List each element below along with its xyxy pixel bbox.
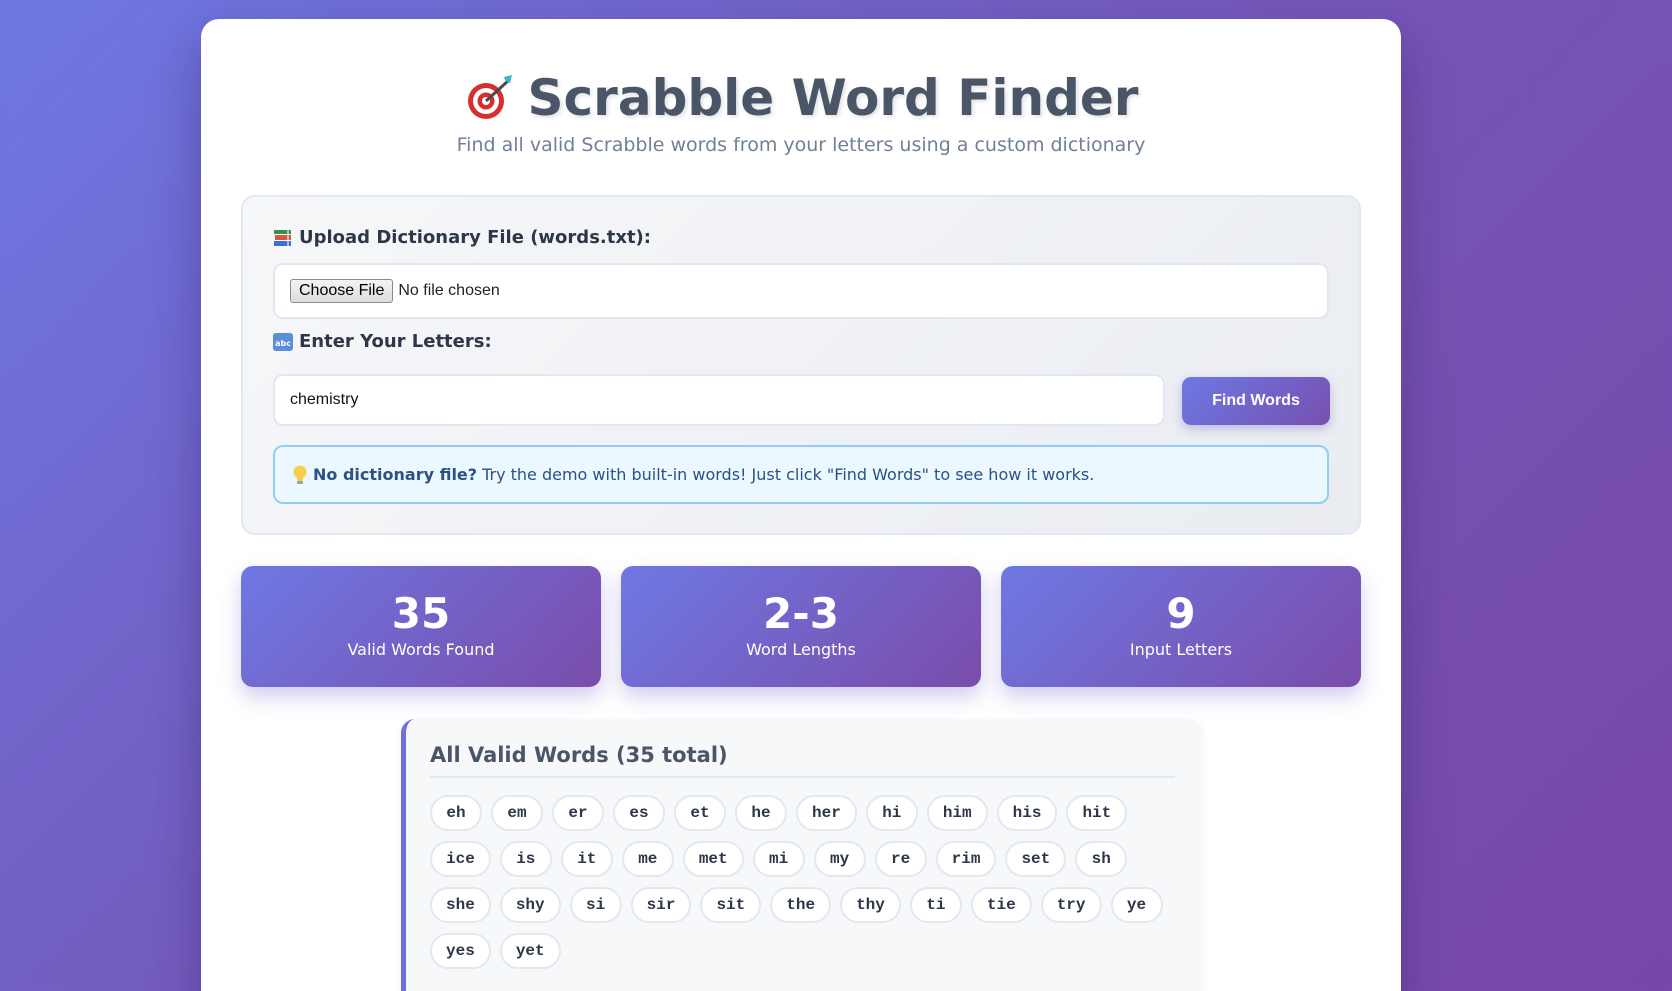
word-chip[interactable]: the — [770, 887, 832, 923]
file-input[interactable]: Choose File No file chosen — [273, 263, 1329, 319]
letters-label: abc Enter Your Letters: — [273, 331, 492, 352]
word-chip[interactable]: it — [560, 841, 613, 877]
stat-label: Word Lengths — [746, 640, 856, 659]
stat-value: 2-3 — [763, 589, 839, 638]
target-icon — [467, 75, 512, 119]
word-chip[interactable]: ti — [909, 887, 962, 923]
input-panel: Upload Dictionary File (words.txt): Choo… — [241, 195, 1361, 535]
title-text: Scrabble Word Finder — [527, 69, 1139, 127]
word-chip[interactable]: my — [813, 841, 866, 877]
upload-label-text: Upload Dictionary File (words.txt): — [299, 227, 651, 248]
stat-value: 9 — [1166, 589, 1196, 638]
word-chip[interactable]: his — [996, 795, 1058, 831]
word-chip[interactable]: eh — [430, 795, 482, 831]
abc-icon: abc — [273, 332, 293, 351]
word-chip[interactable]: he — [735, 795, 787, 831]
word-chip[interactable]: yet — [499, 933, 561, 969]
stat-label: Input Letters — [1129, 640, 1233, 659]
stat-card-word-lengths: 2-3 Word Lengths — [621, 566, 981, 687]
word-chip[interactable]: er — [552, 795, 604, 831]
word-chip[interactable]: shy — [499, 887, 561, 923]
word-chip[interactable]: re — [874, 841, 927, 877]
word-chip[interactable]: she — [430, 887, 491, 923]
word-chip[interactable]: et — [674, 795, 726, 831]
hint-bold: No dictionary file? — [313, 465, 478, 484]
choose-file-button[interactable]: Choose File — [290, 279, 394, 303]
lightbulb-icon — [293, 465, 307, 484]
word-chip[interactable]: thy — [840, 887, 901, 923]
stat-card-input-letters: 9 Input Letters — [1001, 566, 1361, 687]
books-icon — [274, 229, 291, 246]
stat-label: Valid Words Found — [347, 640, 495, 659]
word-chip[interactable]: sir — [630, 887, 692, 923]
file-status: No file chosen — [398, 282, 500, 299]
word-chip[interactable]: rim — [935, 841, 997, 877]
word-chip[interactable]: hit — [1066, 795, 1128, 831]
word-chip[interactable]: ye — [1110, 887, 1163, 923]
word-chip[interactable]: sh — [1075, 841, 1128, 877]
svg-text:abc: abc — [275, 339, 291, 348]
word-chip[interactable]: hi — [865, 795, 918, 831]
page-title: Scrabble Word Finder — [201, 69, 1401, 127]
results-title: All Valid Words (35 total) — [430, 743, 1175, 778]
word-chip[interactable]: sit — [700, 887, 762, 923]
main-card: Scrabble Word Finder Find all valid Scra… — [201, 19, 1401, 991]
hint-box: No dictionary file? Try the demo with bu… — [273, 445, 1329, 504]
word-chip[interactable]: es — [613, 795, 665, 831]
word-chip[interactable]: set — [1005, 841, 1067, 877]
word-chip[interactable]: tie — [970, 887, 1032, 923]
letters-label-text: Enter Your Letters: — [299, 331, 492, 352]
word-chip[interactable]: her — [796, 795, 857, 831]
stat-card-words-found: 35 Valid Words Found — [241, 566, 601, 687]
word-chip[interactable]: him — [926, 795, 988, 831]
word-list: eh em er es et he her hi him his hit ice is it me met mi… — [430, 795, 1190, 969]
letters-input[interactable] — [273, 374, 1165, 426]
word-chip[interactable]: met — [682, 841, 744, 877]
word-chip[interactable]: me — [621, 841, 674, 877]
word-chip[interactable]: mi — [752, 841, 805, 877]
stat-value: 35 — [391, 589, 451, 638]
find-words-button[interactable]: Find Words — [1182, 377, 1330, 425]
hint-text: Try the demo with built-in words! Just c… — [482, 465, 1095, 484]
subtitle: Find all valid Scrabble words from your … — [456, 134, 1146, 156]
word-chip[interactable]: is — [499, 841, 552, 877]
upload-label: Upload Dictionary File (words.txt): — [273, 227, 651, 248]
word-chip[interactable]: em — [491, 795, 543, 831]
word-chip[interactable]: si — [569, 887, 622, 923]
results-section: All Valid Words (35 total) eh em er es et he h… — [401, 719, 1203, 991]
word-chip[interactable]: ice — [430, 841, 491, 877]
word-chip[interactable]: try — [1040, 887, 1102, 923]
word-chip[interactable]: yes — [430, 933, 491, 969]
